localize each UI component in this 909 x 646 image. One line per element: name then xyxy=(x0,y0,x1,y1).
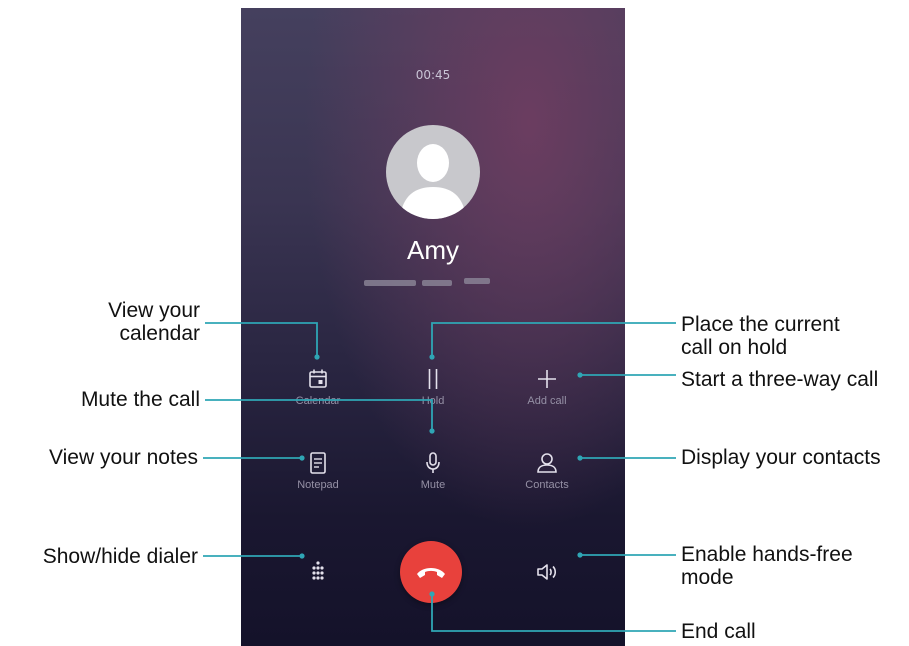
callout-end-call: End call xyxy=(681,620,756,643)
callout-view-calendar-line2: calendar xyxy=(119,322,200,345)
callout-view-notes: View your notes xyxy=(48,446,198,469)
callout-hands-free-line2: mode xyxy=(681,566,734,589)
callout-hands-free: Enable hands-free mode xyxy=(681,543,853,589)
callout-three-way: Start a three-way call xyxy=(681,368,879,391)
callout-hands-free-line1: Enable hands-free xyxy=(681,543,853,566)
callout-display-contacts: Display your contacts xyxy=(681,446,881,469)
callout-place-hold: Place the current call on hold xyxy=(681,313,840,359)
callout-place-hold-line2: call on hold xyxy=(681,336,788,359)
callout-view-calendar-line1: View your xyxy=(108,299,200,322)
callout-place-hold-line1: Place the current xyxy=(681,313,840,336)
callout-view-calendar: View your calendar xyxy=(108,299,200,345)
callout-show-hide-dialer: Show/hide dialer xyxy=(42,545,198,568)
callout-mute-call: Mute the call xyxy=(80,388,200,411)
